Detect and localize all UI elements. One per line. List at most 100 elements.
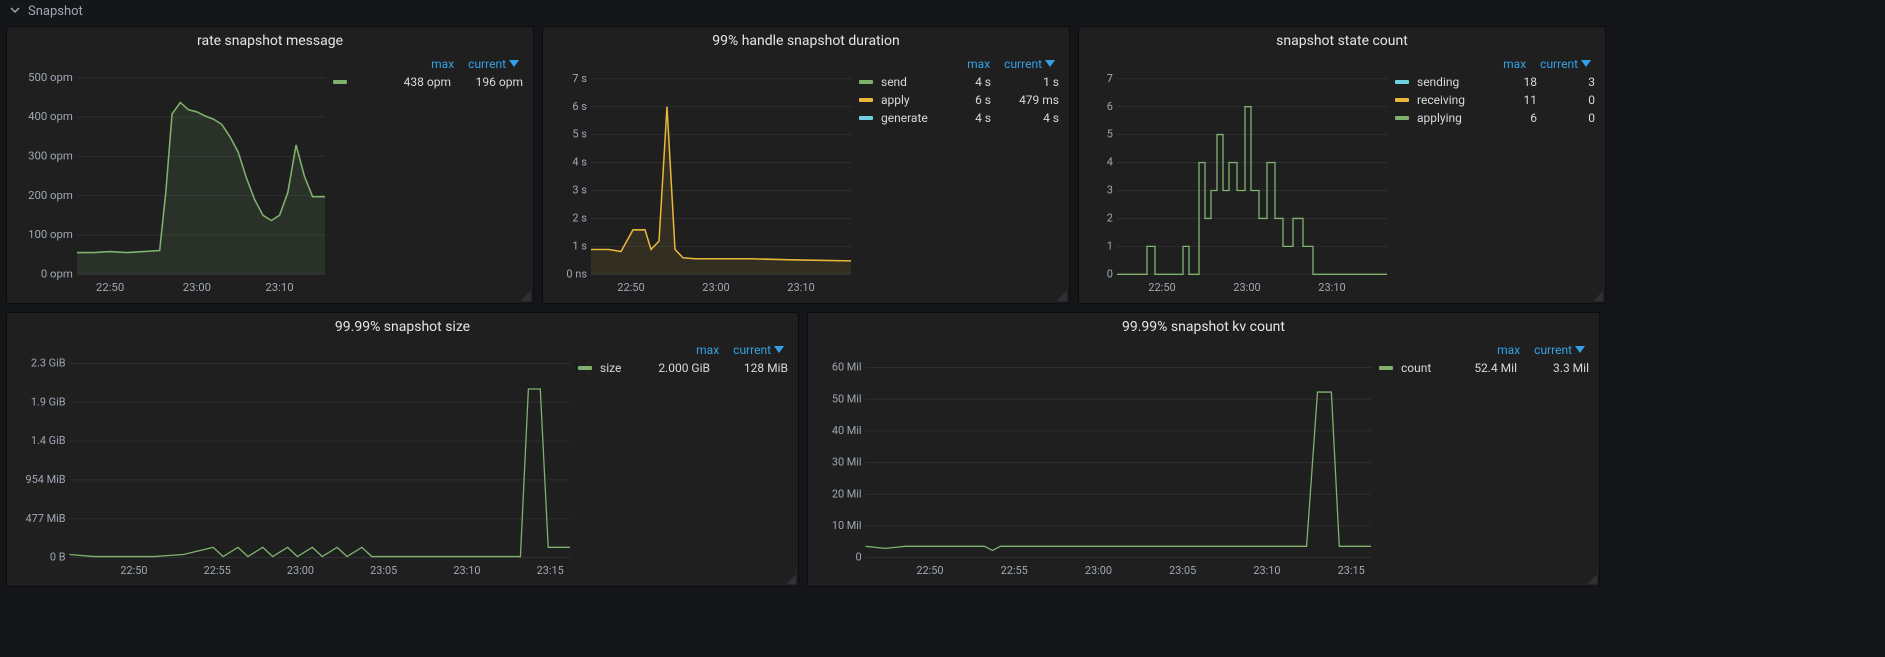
legend-row-sending[interactable]: sending 18 3 bbox=[1395, 71, 1595, 89]
ytick: 2.3 GiB bbox=[31, 356, 66, 369]
xtick: 22:50 bbox=[120, 564, 147, 577]
ytick: 0 bbox=[1107, 267, 1113, 280]
legend-name: generate bbox=[881, 111, 945, 125]
ytick: 0 B bbox=[50, 550, 66, 563]
legend-current: 0 bbox=[1545, 93, 1595, 107]
ytick: 20 Mil bbox=[832, 487, 862, 500]
legend-header-max[interactable]: max bbox=[967, 57, 990, 71]
legend-header-max[interactable]: max bbox=[696, 343, 719, 357]
legend-row-generate[interactable]: generate 4 s 4 s bbox=[859, 107, 1059, 125]
xtick: 23:00 bbox=[1233, 281, 1260, 294]
ytick: 200 opm bbox=[28, 188, 73, 202]
ytick: 7 s bbox=[572, 72, 587, 85]
section-title[interactable]: Snapshot bbox=[28, 4, 83, 19]
chart-duration[interactable]: 0 ns 1 s 2 s 3 s 4 s 5 s 6 s 7 s 22:50 2… bbox=[551, 57, 851, 295]
legend-swatch bbox=[333, 80, 347, 84]
legend-name: send bbox=[881, 75, 945, 89]
panel-title[interactable]: rate snapshot message bbox=[7, 27, 533, 51]
legend-name: sending bbox=[1417, 75, 1481, 89]
ytick: 0 opm bbox=[41, 266, 73, 280]
legend-name: apply bbox=[881, 93, 945, 107]
ytick: 1 bbox=[1107, 239, 1113, 252]
ytick: 0 bbox=[855, 550, 861, 563]
legend-swatch bbox=[1395, 116, 1409, 120]
legend-header-current[interactable]: current bbox=[1004, 57, 1055, 71]
legend-header-current[interactable]: current bbox=[1534, 343, 1585, 357]
resize-handle-icon[interactable] bbox=[786, 574, 796, 584]
resize-handle-icon[interactable] bbox=[1593, 291, 1603, 301]
legend-header-max[interactable]: max bbox=[431, 57, 454, 71]
panel-row-2: 99.99% snapshot size 0 B 477 MiB 954 MiB bbox=[0, 308, 1885, 591]
legend-swatch bbox=[578, 366, 592, 370]
xtick: 23:05 bbox=[370, 564, 397, 577]
panel-rate-snapshot-message: rate snapshot message 0 opm 100 opm 200 … bbox=[6, 26, 534, 304]
legend-current: 128 MiB bbox=[718, 361, 788, 375]
legend-row-size[interactable]: size 2.000 GiB 128 MiB bbox=[578, 357, 788, 375]
legend-current: 0 bbox=[1545, 111, 1595, 125]
ytick: 1 s bbox=[572, 239, 587, 252]
resize-handle-icon[interactable] bbox=[521, 291, 531, 301]
legend-current: 4 s bbox=[999, 111, 1059, 125]
legend-row[interactable]: 438 opm 196 opm bbox=[333, 71, 523, 89]
xtick: 22:50 bbox=[96, 280, 124, 294]
ytick: 954 MiB bbox=[26, 473, 66, 486]
ytick: 4 bbox=[1107, 155, 1114, 168]
legend: max current size 2.000 GiB 128 MiB bbox=[578, 343, 788, 578]
chevron-down-icon[interactable] bbox=[10, 4, 20, 19]
resize-handle-icon[interactable] bbox=[1587, 574, 1597, 584]
legend-row-count[interactable]: count 52.4 Mil 3.3 Mil bbox=[1379, 357, 1589, 375]
legend-max: 6 s bbox=[953, 93, 991, 107]
legend-max: 4 s bbox=[953, 111, 991, 125]
legend-swatch bbox=[1379, 366, 1393, 370]
legend-row-send[interactable]: send 4 s 1 s bbox=[859, 71, 1059, 89]
ytick: 1.9 GiB bbox=[31, 395, 66, 408]
chart-rate[interactable]: 0 opm 100 opm 200 opm 300 opm 400 opm 50… bbox=[15, 57, 325, 295]
legend-swatch bbox=[859, 116, 873, 120]
panel-title[interactable]: 99.99% snapshot size bbox=[7, 313, 798, 337]
legend-header-current[interactable]: current bbox=[468, 57, 519, 71]
ytick: 400 opm bbox=[28, 109, 73, 123]
xtick: 23:00 bbox=[1085, 564, 1112, 577]
chart-state[interactable]: 0 1 2 3 4 5 6 7 22:50 23:00 23:10 bbox=[1087, 57, 1387, 295]
ytick: 2 s bbox=[572, 211, 587, 224]
legend-current: 479 ms bbox=[999, 93, 1059, 107]
legend-row-applying[interactable]: applying 6 0 bbox=[1395, 107, 1595, 125]
ytick: 477 MiB bbox=[26, 512, 66, 525]
legend: max current 438 opm 196 opm bbox=[333, 57, 523, 295]
panel-row-1: rate snapshot message 0 opm 100 opm 200 … bbox=[0, 22, 1885, 308]
xtick: 22:50 bbox=[916, 564, 943, 577]
ytick: 50 Mil bbox=[832, 392, 862, 405]
ytick: 300 opm bbox=[28, 148, 73, 162]
xtick: 23:00 bbox=[702, 281, 729, 294]
legend-header-max[interactable]: max bbox=[1497, 343, 1520, 357]
xtick: 22:55 bbox=[204, 564, 231, 577]
panel-title[interactable]: 99% handle snapshot duration bbox=[543, 27, 1069, 51]
legend-header-max[interactable]: max bbox=[1503, 57, 1526, 71]
xtick: 23:00 bbox=[183, 280, 211, 294]
xtick: 22:50 bbox=[617, 281, 644, 294]
chart-kv[interactable]: 0 10 Mil 20 Mil 30 Mil 40 Mil 50 Mil 60 … bbox=[816, 343, 1371, 578]
ytick: 500 opm bbox=[28, 70, 73, 84]
legend-name: count bbox=[1401, 361, 1445, 375]
legend-row-receiving[interactable]: receiving 11 0 bbox=[1395, 89, 1595, 107]
panel-title[interactable]: 99.99% snapshot kv count bbox=[808, 313, 1599, 337]
legend-name: applying bbox=[1417, 111, 1481, 125]
xtick: 23:00 bbox=[287, 564, 314, 577]
xtick: 22:50 bbox=[1148, 281, 1175, 294]
xtick: 23:10 bbox=[1253, 564, 1280, 577]
panel-title[interactable]: snapshot state count bbox=[1079, 27, 1605, 51]
legend-current: 3.3 Mil bbox=[1525, 361, 1589, 375]
xtick: 23:10 bbox=[1318, 281, 1345, 294]
xtick: 23:15 bbox=[1338, 564, 1365, 577]
legend-swatch bbox=[859, 80, 873, 84]
legend-header-current[interactable]: current bbox=[1540, 57, 1591, 71]
legend-row-apply[interactable]: apply 6 s 479 ms bbox=[859, 89, 1059, 107]
ytick: 6 s bbox=[572, 100, 587, 113]
xtick: 23:10 bbox=[453, 564, 480, 577]
xtick: 23:10 bbox=[787, 281, 814, 294]
resize-handle-icon[interactable] bbox=[1057, 291, 1067, 301]
panel-snapshot-kv-count: 99.99% snapshot kv count 0 10 Mil 20 bbox=[807, 312, 1600, 587]
legend-swatch bbox=[1395, 98, 1409, 102]
chart-size[interactable]: 0 B 477 MiB 954 MiB 1.4 GiB 1.9 GiB 2.3 … bbox=[15, 343, 570, 578]
legend-header-current[interactable]: current bbox=[733, 343, 784, 357]
